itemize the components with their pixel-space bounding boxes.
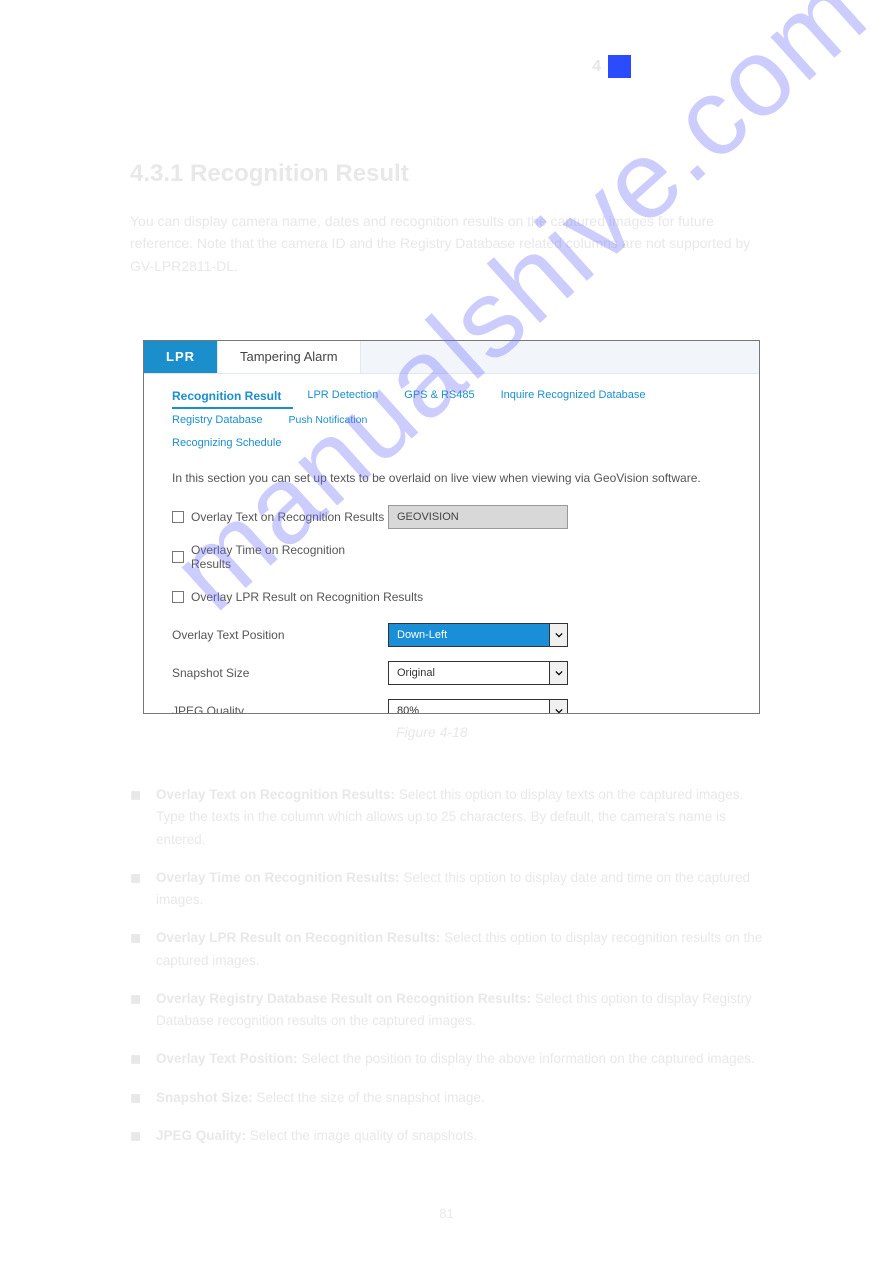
figure-caption: Figure 4-18: [396, 724, 468, 740]
option-item: ◼ Overlay LPR Result on Recognition Resu…: [130, 927, 770, 972]
bullet-icon: ◼: [130, 927, 156, 972]
row-text-position: Overlay Text Position Down-Left: [172, 623, 731, 647]
secondary-tabs: Recognition Result LPR Detection GPS & R…: [144, 374, 759, 455]
primary-tabs: LPR Tampering Alarm: [144, 341, 759, 374]
option-body: Select the image quality of snapshots.: [250, 1128, 477, 1143]
select-jpeg-quality-value: 80%: [389, 705, 427, 714]
subtab-push-notification[interactable]: Push Notification: [289, 409, 380, 432]
panel-body: In this section you can set up texts to …: [144, 455, 759, 714]
settings-panel-screenshot: LPR Tampering Alarm Recognition Result L…: [143, 340, 760, 714]
option-item: ◼ Overlay Text on Recognition Results: S…: [130, 784, 770, 851]
select-jpeg-quality[interactable]: 80%: [388, 699, 568, 714]
option-title: Overlay Text on Recognition Results:: [156, 787, 395, 802]
tab-lpr[interactable]: LPR: [144, 341, 218, 373]
row-jpeg-quality: JPEG Quality 80%: [172, 699, 731, 714]
select-text-position-value: Down-Left: [389, 629, 455, 641]
option-body: Select the size of the snapshot image.: [257, 1090, 485, 1105]
tab-tampering-alarm[interactable]: Tampering Alarm: [218, 341, 361, 373]
label-text-position: Overlay Text Position: [172, 628, 388, 642]
chapter-number: 4: [592, 58, 601, 76]
bullet-icon: ◼: [130, 867, 156, 912]
option-title: JPEG Quality:: [156, 1128, 246, 1143]
option-item: ◼ JPEG Quality: Select the image quality…: [130, 1125, 770, 1147]
label-snapshot-size: Snapshot Size: [172, 666, 388, 680]
chevron-down-icon: [549, 624, 567, 646]
section-description: In this section you can set up texts to …: [172, 471, 731, 485]
page-number: 81: [0, 1206, 893, 1221]
subtab-recognizing-schedule[interactable]: Recognizing Schedule: [172, 432, 731, 455]
label-overlay-lpr: Overlay LPR Result on Recognition Result…: [191, 590, 423, 604]
row-overlay-lpr: Overlay LPR Result on Recognition Result…: [172, 585, 731, 609]
bullet-icon: ◼: [130, 1048, 156, 1070]
row-overlay-time: Overlay Time on Recognition Results: [172, 543, 731, 571]
option-title: Snapshot Size:: [156, 1090, 253, 1105]
label-overlay-text: Overlay Text on Recognition Results: [191, 510, 384, 524]
subtab-registry-database[interactable]: Registry Database: [172, 409, 275, 432]
bullet-icon: ◼: [130, 1087, 156, 1109]
select-text-position[interactable]: Down-Left: [388, 623, 568, 647]
option-title: Overlay LPR Result on Recognition Result…: [156, 930, 440, 945]
chevron-down-icon: [549, 662, 567, 684]
option-body: Select the position to display the above…: [301, 1051, 754, 1066]
select-snapshot-size-value: Original: [389, 667, 443, 679]
checkbox-overlay-lpr[interactable]: [172, 591, 184, 603]
select-snapshot-size[interactable]: Original: [388, 661, 568, 685]
input-overlay-text[interactable]: GEOVISION: [388, 505, 568, 529]
option-title: Overlay Registry Database Result on Reco…: [156, 991, 531, 1006]
row-overlay-text: Overlay Text on Recognition Results GEOV…: [172, 505, 731, 529]
options-list: ◼ Overlay Text on Recognition Results: S…: [130, 784, 770, 1163]
option-item: ◼ Overlay Text Position: Select the posi…: [130, 1048, 770, 1070]
label-overlay-time: Overlay Time on Recognition Results: [191, 543, 388, 571]
option-title: Overlay Text Position:: [156, 1051, 298, 1066]
subtab-gps-rs485[interactable]: GPS & RS485: [404, 384, 486, 409]
intro-paragraph: You can display camera name, dates and r…: [130, 210, 770, 277]
section-heading: 4.3.1 Recognition Result: [130, 160, 409, 188]
subtab-lpr-detection[interactable]: LPR Detection: [307, 384, 390, 409]
label-jpeg-quality: JPEG Quality: [172, 704, 388, 714]
subtab-recognition-result[interactable]: Recognition Result: [172, 384, 293, 409]
option-item: ◼ Overlay Registry Database Result on Re…: [130, 988, 770, 1033]
checkbox-overlay-text[interactable]: [172, 511, 184, 523]
page-corner-marker: [608, 55, 631, 78]
row-snapshot-size: Snapshot Size Original: [172, 661, 731, 685]
bullet-icon: ◼: [130, 1125, 156, 1147]
checkbox-overlay-time[interactable]: [172, 551, 184, 563]
bullet-icon: ◼: [130, 784, 156, 851]
chevron-down-icon: [549, 700, 567, 714]
bullet-icon: ◼: [130, 988, 156, 1033]
option-item: ◼ Snapshot Size: Select the size of the …: [130, 1087, 770, 1109]
option-title: Overlay Time on Recognition Results:: [156, 870, 400, 885]
subtab-inquire-database[interactable]: Inquire Recognized Database: [501, 384, 658, 409]
option-item: ◼ Overlay Time on Recognition Results: S…: [130, 867, 770, 912]
